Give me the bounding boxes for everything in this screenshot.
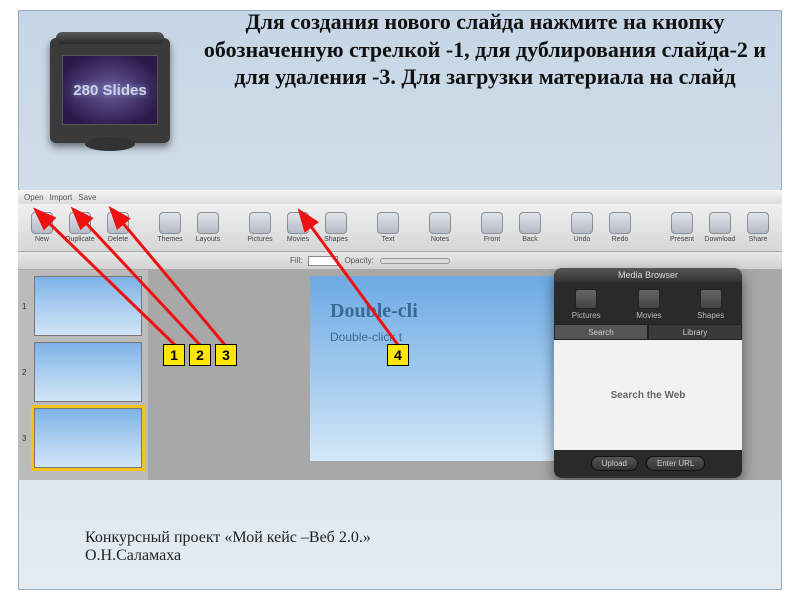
notes-button[interactable]: Notes bbox=[422, 212, 458, 243]
new-slide-button[interactable]: New bbox=[24, 212, 60, 243]
back-icon bbox=[519, 212, 541, 234]
movies-icon bbox=[287, 212, 309, 234]
slide-thumbnail-1[interactable]: 1 bbox=[22, 276, 144, 336]
opacity-slider[interactable] bbox=[380, 258, 450, 264]
slide-title-text[interactable]: Double-cli bbox=[330, 300, 418, 323]
marker-3: 3 bbox=[215, 344, 237, 366]
mb-tab-movies[interactable]: Movies bbox=[636, 289, 661, 320]
mb-subtab-search[interactable]: Search bbox=[554, 324, 648, 340]
themes-button[interactable]: Themes bbox=[152, 212, 188, 243]
present-icon bbox=[671, 212, 693, 234]
delete-slide-button[interactable]: Delete bbox=[100, 212, 136, 243]
front-icon bbox=[481, 212, 503, 234]
new-icon bbox=[31, 212, 53, 234]
undo-button[interactable]: Undo bbox=[564, 212, 600, 243]
slide-canvas-area: Double-cli Double-click t Media Browser … bbox=[148, 270, 782, 480]
pictures-icon bbox=[575, 289, 597, 309]
share-icon bbox=[747, 212, 769, 234]
layouts-button[interactable]: Layouts bbox=[190, 212, 226, 243]
pictures-icon bbox=[249, 212, 271, 234]
shapes-button[interactable]: Shapes bbox=[318, 212, 354, 243]
duplicate-icon bbox=[69, 212, 91, 234]
download-icon bbox=[709, 212, 731, 234]
slide-subtitle-text[interactable]: Double-click t bbox=[330, 330, 402, 344]
instruction-headline: Для создания нового слайда нажмите на кн… bbox=[200, 8, 770, 91]
mb-body-text[interactable]: Search the Web bbox=[554, 340, 742, 450]
logo-280slides: 280 Slides bbox=[35, 20, 185, 160]
text-icon bbox=[377, 212, 399, 234]
marker-1: 1 bbox=[163, 344, 185, 366]
delete-icon bbox=[107, 212, 129, 234]
main-toolbar: New Duplicate Delete Themes Layouts Pict… bbox=[18, 204, 782, 252]
notes-icon bbox=[429, 212, 451, 234]
footer-line-1: Конкурсный проект «Мой кейс –Веб 2.0.» bbox=[85, 529, 371, 547]
duplicate-slide-button[interactable]: Duplicate bbox=[62, 212, 98, 243]
app-280slides-screenshot: Open Import Save New Duplicate Delete Th… bbox=[18, 190, 782, 480]
slide-thumbnail-panel: 1 2 3 bbox=[18, 270, 148, 480]
logo-text: 280 Slides bbox=[62, 55, 158, 125]
opacity-label: Opacity: bbox=[344, 256, 373, 265]
layouts-icon bbox=[197, 212, 219, 234]
tab-save-label: Save bbox=[78, 193, 96, 202]
marker-2: 2 bbox=[189, 344, 211, 366]
themes-icon bbox=[159, 212, 181, 234]
footer-credits: Конкурсный проект «Мой кейс –Веб 2.0.» О… bbox=[85, 529, 371, 565]
shapes-icon bbox=[700, 289, 722, 309]
slide-thumbnail-3[interactable]: 3 bbox=[22, 408, 144, 468]
mb-subtab-library[interactable]: Library bbox=[648, 324, 742, 340]
mb-tab-pictures[interactable]: Pictures bbox=[572, 289, 601, 320]
redo-button[interactable]: Redo bbox=[602, 212, 638, 243]
redo-icon bbox=[609, 212, 631, 234]
shapes-icon bbox=[325, 212, 347, 234]
undo-icon bbox=[571, 212, 593, 234]
browser-tab-bar: Open Import Save bbox=[18, 190, 782, 204]
movies-button[interactable]: Movies bbox=[280, 212, 316, 243]
tab-open-label: Open bbox=[24, 193, 44, 202]
footer-line-2: О.Н.Саламаха bbox=[85, 547, 371, 565]
front-button[interactable]: Front bbox=[474, 212, 510, 243]
fill-swatch[interactable] bbox=[308, 256, 338, 266]
back-button[interactable]: Back bbox=[512, 212, 548, 243]
mb-enter-url-button[interactable]: Enter URL bbox=[646, 456, 705, 471]
tab-import-label: Import bbox=[50, 193, 73, 202]
mb-upload-button[interactable]: Upload bbox=[591, 456, 638, 471]
media-browser-title: Media Browser bbox=[554, 268, 742, 282]
mb-tab-shapes[interactable]: Shapes bbox=[697, 289, 724, 320]
text-button[interactable]: Text bbox=[370, 212, 406, 243]
movies-icon bbox=[638, 289, 660, 309]
share-button[interactable]: Share bbox=[740, 212, 776, 243]
pictures-button[interactable]: Pictures bbox=[242, 212, 278, 243]
slide-thumbnail-2[interactable]: 2 bbox=[22, 342, 144, 402]
present-button[interactable]: Present bbox=[664, 212, 700, 243]
fill-label: Fill: bbox=[290, 256, 302, 265]
download-button[interactable]: Download bbox=[702, 212, 738, 243]
marker-4: 4 bbox=[387, 344, 409, 366]
media-browser-panel[interactable]: Media Browser Pictures Movies Shapes Sea… bbox=[554, 268, 742, 478]
